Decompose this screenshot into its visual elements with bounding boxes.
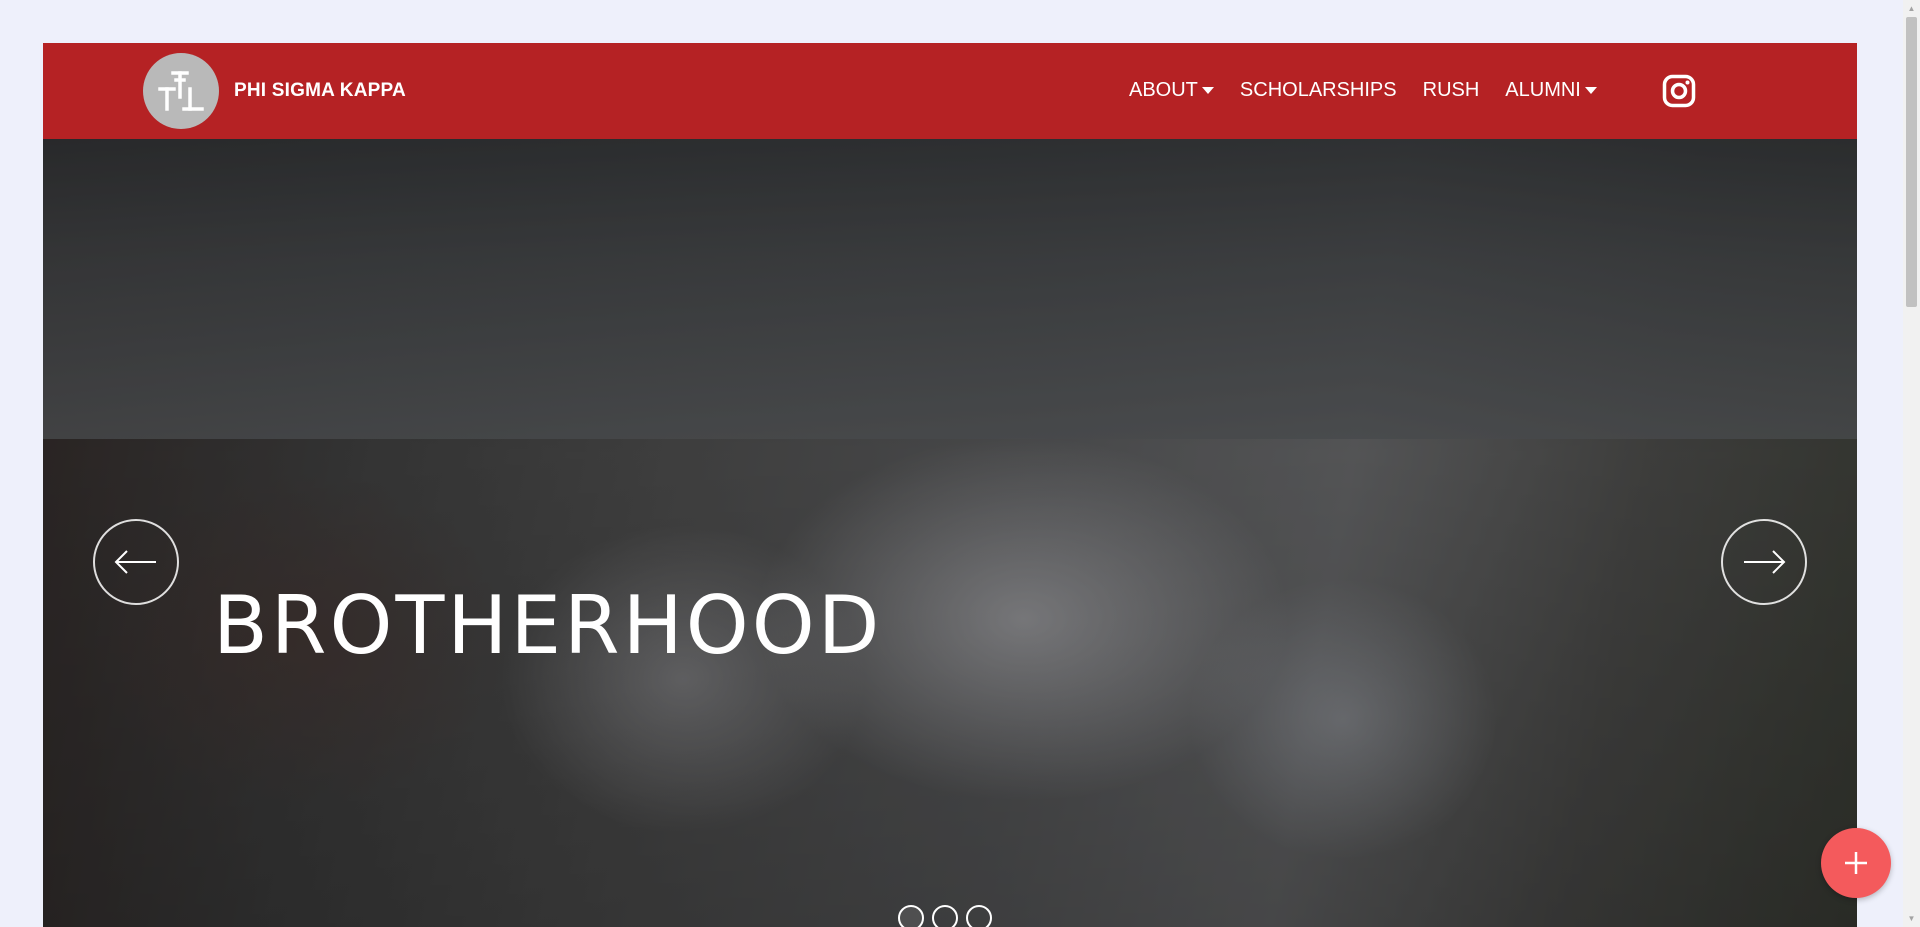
- nav-item-alumni[interactable]: ALUMNI: [1505, 79, 1597, 102]
- scroll-up-icon[interactable]: ▲: [1903, 0, 1920, 17]
- hero-overlay: [43, 139, 1857, 927]
- hero-title: BROTHERHOOD: [213, 579, 883, 672]
- carousel-indicator-2[interactable]: [932, 905, 958, 927]
- arrow-left-icon: [114, 550, 156, 574]
- carousel-indicators: [898, 905, 992, 927]
- arrow-right-icon: [1744, 550, 1786, 574]
- nav-item-label: ABOUT: [1129, 79, 1198, 101]
- logo[interactable]: [143, 53, 219, 129]
- nav-item-label: RUSH: [1422, 79, 1480, 101]
- main-nav: ABOUT SCHOLARSHIPS RUSH ALUMNI: [1129, 79, 1623, 102]
- page-frame: PHI SIGMA KAPPA ABOUT SCHOLARSHIPS RUSH …: [43, 43, 1857, 927]
- carousel-indicator-3[interactable]: [966, 905, 992, 927]
- chevron-down-icon: [1584, 87, 1597, 94]
- chevron-down-icon: [1201, 87, 1214, 94]
- plus-icon: [1845, 852, 1867, 874]
- nav-item-rush[interactable]: RUSH: [1423, 79, 1480, 102]
- nav-item-label: SCHOLARSHIPS: [1239, 79, 1397, 101]
- brand-name[interactable]: PHI SIGMA KAPPA: [234, 80, 406, 102]
- nav-item-scholarships[interactable]: SCHOLARSHIPS: [1240, 79, 1397, 102]
- scrollbar-thumb[interactable]: [1906, 17, 1917, 307]
- hero-carousel: BROTHERHOOD: [43, 139, 1857, 927]
- scroll-down-icon[interactable]: ▼: [1903, 910, 1920, 927]
- nav-item-label: ALUMNI: [1505, 79, 1581, 101]
- carousel-next-button[interactable]: [1721, 519, 1807, 605]
- instagram-icon[interactable]: [1662, 74, 1696, 108]
- greek-letters-logo-icon: [158, 71, 204, 111]
- nav-item-about[interactable]: ABOUT: [1129, 79, 1214, 102]
- floating-action-button[interactable]: [1821, 828, 1891, 898]
- site-header: PHI SIGMA KAPPA ABOUT SCHOLARSHIPS RUSH …: [43, 43, 1857, 139]
- page-scrollbar[interactable]: ▲ ▼: [1903, 0, 1920, 927]
- carousel-indicator-1[interactable]: [898, 905, 924, 927]
- carousel-prev-button[interactable]: [93, 519, 179, 605]
